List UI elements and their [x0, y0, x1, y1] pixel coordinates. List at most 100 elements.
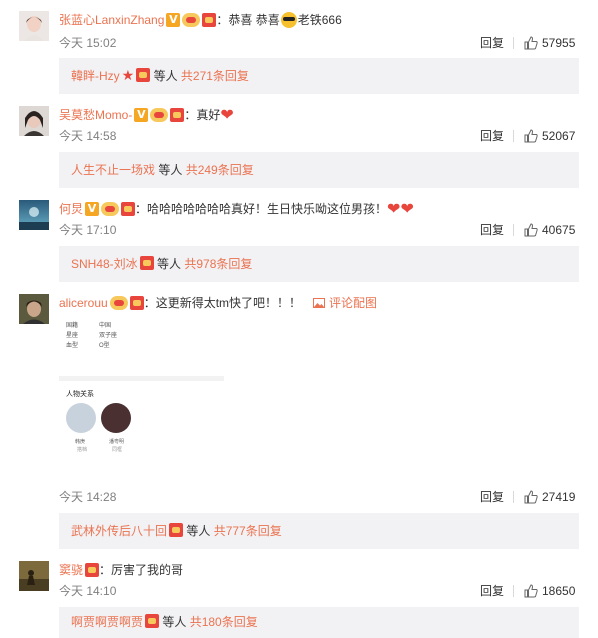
comment-time: 今天 14:28	[59, 490, 117, 504]
sub-reply-user[interactable]: 啊贾啊贾啊贾	[71, 615, 143, 629]
image-relations-panel: 人物关系 韩庚 潘粤明 搭档 同框	[59, 381, 224, 482]
comment-text-line: 窦骁 ：厉害了我的哥	[59, 561, 183, 579]
view-image-label: 评论配图	[329, 296, 378, 310]
like-button[interactable]: 27419	[524, 489, 575, 505]
info-row: 国籍 中国	[66, 323, 112, 329]
person-avatar	[101, 403, 131, 433]
avatar[interactable]	[19, 11, 49, 41]
sub-reply-mid: 等人	[153, 257, 185, 271]
comment-text: ：厉害了我的哥	[99, 563, 184, 577]
medal-icon	[169, 523, 184, 537]
info-row: 血型 O型	[66, 343, 110, 349]
comment-time: 今天 15:02	[59, 36, 117, 50]
reply-button[interactable]: 回复	[480, 583, 504, 599]
info-row: 星座 双子座	[66, 333, 118, 339]
thumb-up-icon	[524, 223, 538, 237]
divider	[513, 130, 514, 142]
sub-reply-box[interactable]: 啊贾啊贾啊贾 等人 共180条回复	[59, 607, 579, 638]
username-link[interactable]: 何炅	[59, 200, 83, 218]
v-badge-icon[interactable]: V	[166, 13, 181, 27]
person-relation: 搭档	[77, 447, 88, 453]
divider	[513, 37, 514, 49]
like-button[interactable]: 40675	[524, 222, 575, 238]
sub-reply-user[interactable]: 人生不止一场戏	[71, 163, 155, 177]
sub-reply-count[interactable]: 共271条回复	[181, 69, 249, 83]
sub-reply-user[interactable]: 韓眫-Hzy	[71, 69, 120, 83]
heart-emoji-icon: ❤❤	[387, 199, 414, 218]
avatar[interactable]	[19, 200, 49, 230]
like-count: 18650	[542, 584, 576, 598]
thumb-up-icon	[524, 36, 538, 50]
username-link[interactable]: 张蓝心LanxinZhang	[59, 11, 164, 29]
comment-text: ：哈哈哈哈哈哈哈真好！生日快乐呦这位男孩！	[135, 202, 388, 216]
cool-emoji-icon	[280, 12, 297, 28]
like-button[interactable]: 52067	[524, 128, 575, 144]
sub-reply-mid: 等人	[155, 163, 186, 177]
v-badge-icon[interactable]: V	[85, 202, 100, 216]
vip-badge-icon[interactable]	[101, 202, 120, 216]
comment-text-line: alicerouu ：这更新得太tm快了吧！！！ 评论配图	[59, 294, 377, 312]
avatar[interactable]	[19, 561, 49, 591]
comment-text-line: 何炅 V ：哈哈哈哈哈哈哈真好！生日快乐呦这位男孩！ ❤❤	[59, 200, 414, 218]
person-name: 韩庚	[75, 439, 86, 445]
thumb-up-icon	[524, 129, 538, 143]
sub-reply-user[interactable]: 武林外传后八十回	[71, 524, 167, 538]
image-info-panel: 国籍 中国 星座 双子座 血型 O型	[59, 318, 224, 376]
medal-icon[interactable]	[85, 563, 100, 577]
divider	[513, 585, 514, 597]
username-link[interactable]: 吴莫愁Momo-	[59, 106, 132, 124]
like-count: 52067	[542, 129, 576, 143]
medal-icon[interactable]	[121, 202, 136, 216]
sub-reply-box[interactable]: SNH48-刘冰 等人 共978条回复	[59, 246, 579, 282]
sub-reply-box[interactable]: 人生不止一场戏 等人 共249条回复	[59, 152, 579, 188]
sub-reply-count[interactable]: 共777条回复	[214, 524, 282, 538]
sub-reply-mid: 等人	[159, 615, 190, 629]
medal-icon	[139, 256, 154, 270]
reply-button[interactable]: 回复	[480, 35, 504, 51]
username-link[interactable]: alicerouu	[59, 294, 108, 312]
medal-icon	[136, 68, 151, 82]
v-badge-icon[interactable]: V	[134, 108, 149, 122]
vip-badge-icon[interactable]	[150, 108, 169, 122]
person-avatar	[66, 403, 96, 433]
medal-icon[interactable]	[170, 108, 185, 122]
sub-reply-count[interactable]: 共249条回复	[186, 163, 254, 177]
comment-text: ：恭喜 恭喜	[216, 13, 280, 27]
comment-time: 今天 14:10	[59, 584, 117, 598]
medal-icon	[145, 614, 160, 628]
sub-reply-box[interactable]: 韓眫-Hzy ★ 等人 共271条回复	[59, 58, 579, 94]
star-icon: ★	[121, 68, 135, 84]
comment-text: ：这更新得太tm快了吧！！！	[143, 296, 302, 310]
username-link[interactable]: 窦骁	[59, 561, 83, 579]
avatar[interactable]	[19, 106, 49, 136]
like-count: 57955	[542, 36, 576, 50]
reply-button[interactable]: 回复	[480, 489, 504, 505]
person-name: 潘粤明	[109, 439, 125, 445]
sub-reply-count[interactable]: 共180条回复	[190, 615, 258, 629]
sub-reply-mid: 等人	[183, 524, 214, 538]
medal-icon[interactable]	[202, 13, 217, 27]
like-count: 27419	[542, 490, 576, 504]
like-button[interactable]: 18650	[524, 583, 575, 599]
vip-badge-icon[interactable]	[109, 296, 128, 310]
comment-text-line: 张蓝心LanxinZhang V ：恭喜 恭喜 老铁666	[59, 11, 342, 29]
person-relation: 同框	[112, 447, 123, 453]
sub-reply-box[interactable]: 武林外传后八十回 等人 共777条回复	[59, 513, 579, 549]
view-image-link[interactable]: 评论配图	[313, 294, 377, 312]
comment-image[interactable]: 国籍 中国 星座 双子座 血型 O型 人物关系 韩庚 潘粤明 搭档 同框	[59, 318, 224, 482]
thumb-up-icon	[524, 490, 538, 504]
reply-button[interactable]: 回复	[480, 222, 504, 238]
comment-text-line: 吴莫愁Momo- V ：真好 ❤	[59, 106, 234, 124]
reply-button[interactable]: 回复	[480, 128, 504, 144]
divider	[513, 224, 514, 236]
vip-badge-icon[interactable]	[182, 13, 201, 27]
like-button[interactable]: 57955	[524, 35, 575, 51]
sub-reply-count[interactable]: 共978条回复	[184, 257, 252, 271]
comment-text-tail: 老铁666	[297, 13, 342, 27]
like-count: 40675	[542, 223, 576, 237]
image-icon	[313, 298, 326, 308]
sub-reply-user[interactable]: SNH48-刘冰	[71, 257, 138, 271]
medal-icon[interactable]	[129, 296, 144, 310]
avatar[interactable]	[19, 294, 49, 324]
thumb-up-icon	[524, 584, 538, 598]
